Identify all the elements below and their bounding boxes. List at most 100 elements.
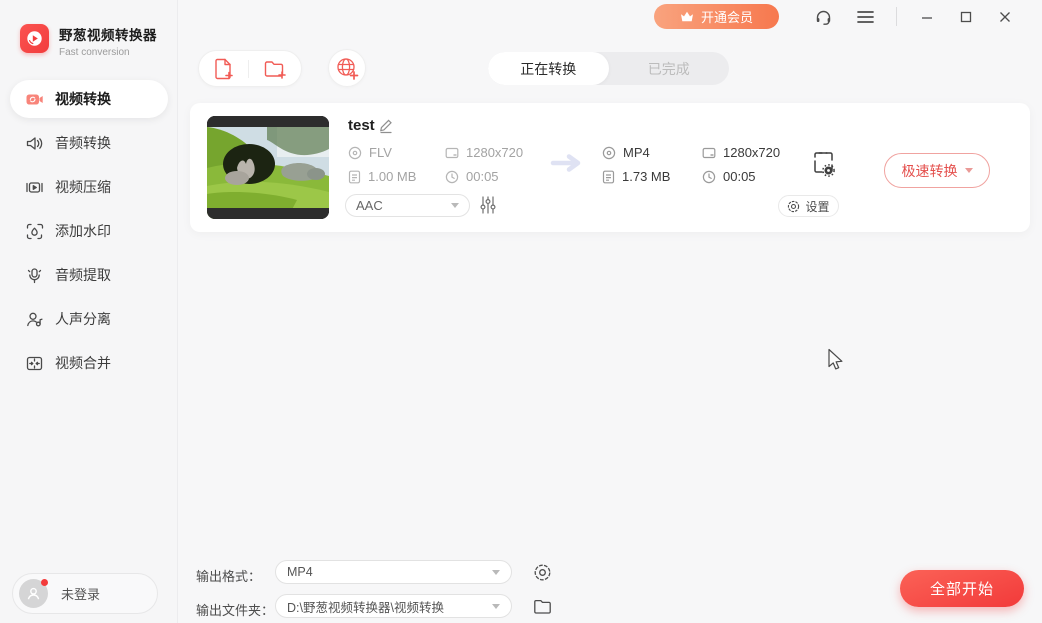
chevron-down-icon: [492, 604, 500, 609]
audio-codec-select[interactable]: AAC: [345, 194, 470, 217]
app-tagline: Fast conversion: [59, 47, 157, 58]
minimize-button[interactable]: [912, 4, 942, 30]
close-button[interactable]: [990, 4, 1020, 30]
folder-icon: [533, 598, 552, 615]
video-merge-icon: [25, 354, 44, 373]
login-status[interactable]: 未登录: [12, 573, 158, 614]
close-icon: [999, 11, 1011, 23]
output-duration: 00:05: [702, 169, 756, 184]
output-file-settings-button[interactable]: [810, 148, 837, 183]
video-compress-icon: [25, 178, 44, 197]
conversion-arrow-icon: [550, 153, 586, 178]
tab-converting[interactable]: 正在转换: [488, 52, 609, 85]
support-button[interactable]: [810, 5, 836, 29]
main-menu-button[interactable]: [852, 5, 878, 29]
sidebar-item-audio-extract[interactable]: 音频提取: [10, 256, 168, 294]
chevron-down-icon: [492, 570, 500, 575]
add-url-button[interactable]: [328, 49, 366, 87]
vocal-separate-icon: [25, 310, 44, 329]
queue-tabs: 正在转换 已完成: [488, 52, 729, 85]
sidebar-item-label: 视频压缩: [55, 177, 111, 197]
duration-clock-icon: [702, 170, 716, 184]
source-format-value: FLV: [369, 145, 392, 160]
sidebar-item-audio-convert[interactable]: 音频转换: [10, 124, 168, 162]
output-format-label: 输出格式：: [196, 566, 261, 585]
output-size: 1.73 MB: [602, 169, 670, 184]
file-size-doc-icon: [602, 170, 615, 184]
add-media-group: [198, 50, 302, 87]
output-format-select[interactable]: MP4: [275, 560, 512, 584]
source-resolution-value: 1280x720: [466, 145, 523, 160]
source-size: 1.00 MB: [348, 169, 416, 184]
resolution-screen-icon: [702, 146, 716, 160]
sidebar-item-label: 视频转换: [55, 89, 111, 109]
edit-title-button[interactable]: [378, 118, 394, 139]
sidebar-menu: 视频转换 音频转换 视频压缩 添加水印 音频提取: [0, 80, 178, 388]
format-settings-button[interactable]: [531, 561, 553, 583]
source-size-value: 1.00 MB: [368, 169, 416, 184]
video-convert-icon: [25, 90, 44, 109]
mouse-cursor: [827, 348, 845, 377]
add-file-icon: [213, 57, 235, 81]
sidebar-item-video-merge[interactable]: 视频合并: [10, 344, 168, 382]
task-title: test: [348, 117, 375, 134]
output-folder-path: D:\野葱视频转换器\视频转换: [287, 597, 444, 616]
login-label: 未登录: [61, 584, 100, 603]
output-format-selected: MP4: [287, 565, 313, 579]
output-file-gear-icon: [810, 148, 837, 178]
audio-extract-icon: [25, 266, 44, 285]
sidebar: 野葱视频转换器 Fast conversion 视频转换 音频转换 视频压缩: [0, 0, 178, 623]
app-logo-icon: [20, 24, 49, 53]
sidebar-item-video-compress[interactable]: 视频压缩: [10, 168, 168, 206]
task-card: test FLV 1280x720 1.00 MB 00:05 AAC MP4 …: [190, 103, 1030, 232]
titlebar-divider: [896, 7, 897, 26]
maximize-button[interactable]: [951, 4, 981, 30]
app-logo-block: 野葱视频转换器 Fast conversion: [20, 24, 157, 58]
start-all-button[interactable]: 全部开始: [900, 570, 1024, 607]
advanced-params-button[interactable]: [479, 195, 497, 220]
task-settings-button[interactable]: 设置: [778, 195, 839, 217]
audio-convert-icon: [25, 134, 44, 153]
headset-icon: [814, 8, 833, 27]
hamburger-icon: [857, 10, 874, 24]
add-folder-icon: [263, 58, 288, 80]
add-file-button[interactable]: [213, 57, 235, 81]
duration-clock-icon: [445, 170, 459, 184]
sidebar-item-video-convert[interactable]: 视频转换: [10, 80, 168, 118]
source-duration-value: 00:05: [466, 169, 499, 184]
sidebar-item-add-watermark[interactable]: 添加水印: [10, 212, 168, 250]
sidebar-item-label: 添加水印: [55, 221, 111, 241]
edit-pencil-icon: [378, 118, 394, 134]
resolution-screen-icon: [445, 146, 459, 160]
chevron-down-icon: [451, 203, 459, 208]
membership-label: 开通会员: [701, 7, 753, 26]
open-folder-button[interactable]: [531, 595, 553, 617]
format-disc-icon: [348, 146, 362, 160]
output-folder-select[interactable]: D:\野葱视频转换器\视频转换: [275, 594, 512, 618]
video-thumbnail[interactable]: [207, 116, 329, 219]
sidebar-item-label: 音频提取: [55, 265, 111, 285]
sidebar-item-label: 音频转换: [55, 133, 111, 153]
source-resolution: 1280x720: [445, 145, 523, 160]
toolbar-divider: [248, 60, 249, 78]
sidebar-item-label: 人声分离: [55, 309, 111, 329]
tab-completed-label: 已完成: [648, 59, 690, 79]
crown-icon: [680, 11, 694, 23]
file-size-doc-icon: [348, 170, 361, 184]
output-duration-value: 00:05: [723, 169, 756, 184]
output-format: MP4: [602, 145, 650, 160]
conversion-mode-button[interactable]: 极速转换: [884, 153, 990, 188]
equalizer-sliders-icon: [479, 195, 497, 215]
source-duration: 00:05: [445, 169, 499, 184]
app-title: 野葱视频转换器: [59, 24, 157, 44]
open-membership-button[interactable]: 开通会员: [654, 4, 779, 29]
sidebar-item-vocal-separate[interactable]: 人声分离: [10, 300, 168, 338]
conversion-mode-label: 极速转换: [902, 161, 958, 181]
sidebar-item-label: 视频合并: [55, 353, 111, 373]
add-folder-button[interactable]: [263, 58, 288, 80]
add-url-globe-icon: [335, 56, 359, 80]
output-format-value: MP4: [623, 145, 650, 160]
minimize-icon: [921, 11, 933, 23]
add-watermark-icon: [25, 222, 44, 241]
tab-completed[interactable]: 已完成: [609, 52, 730, 85]
